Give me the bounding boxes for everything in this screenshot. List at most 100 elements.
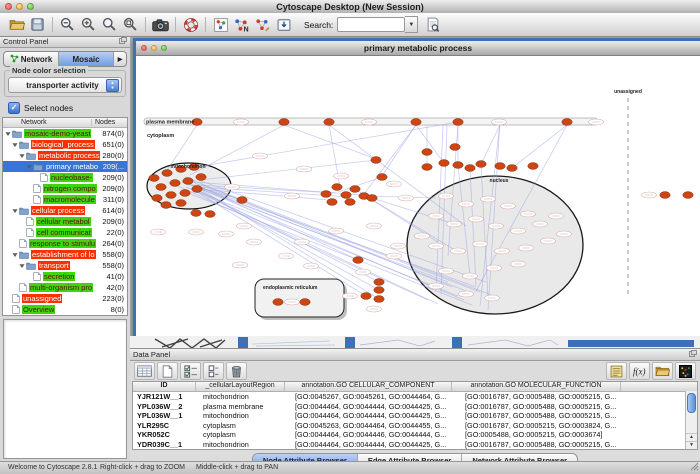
network-node[interactable] xyxy=(422,164,432,171)
tree-row-cellular-metabol[interactable]: cellular metabol209(0) xyxy=(3,216,127,227)
open-folder-icon[interactable] xyxy=(6,15,27,34)
network-node[interactable] xyxy=(170,180,180,187)
network-canvas[interactable]: plasma membrane cytoplasm mitochondrion … xyxy=(136,56,700,333)
expander-icon[interactable] xyxy=(12,142,19,148)
network-node[interactable] xyxy=(377,174,387,181)
scroll-up-button[interactable]: ▲ xyxy=(686,433,697,441)
import-network-icon[interactable] xyxy=(273,15,294,34)
network-node[interactable] xyxy=(205,211,215,218)
network-zoom-button[interactable] xyxy=(161,45,167,51)
tree-row-cellular-process[interactable]: cellular process614(0) xyxy=(3,205,127,216)
tree-row-transport[interactable]: transport558(0) xyxy=(3,260,127,271)
network-node[interactable] xyxy=(450,144,460,151)
save-icon[interactable] xyxy=(27,15,48,34)
network-node[interactable] xyxy=(279,119,289,126)
edit-network-icon[interactable] xyxy=(252,15,273,34)
tree-row-nucleobase-[interactable]: nucleobase-209(0) xyxy=(3,172,127,183)
zoom-fit-icon[interactable] xyxy=(99,15,120,34)
network-node[interactable] xyxy=(361,293,371,300)
tree-row-primary-metabo[interactable]: primary metabo209(... xyxy=(3,161,127,172)
network-node[interactable] xyxy=(422,149,432,156)
table-row-YJR121W__1[interactable]: YJR121W__1mitochondrion[GO:0045267, GO:0… xyxy=(133,392,697,402)
network-node[interactable] xyxy=(350,186,360,193)
scroll-down-button[interactable]: ▼ xyxy=(686,441,697,449)
tab-overflow-arrow[interactable]: ▶ xyxy=(114,52,126,66)
tab-mosaic[interactable]: Mosaic xyxy=(59,52,114,66)
tree-row-macromolecule[interactable]: macromolecule311(0) xyxy=(3,194,127,205)
network-node[interactable] xyxy=(176,200,186,207)
network-node[interactable] xyxy=(683,192,693,199)
expander-icon[interactable] xyxy=(19,153,26,159)
network-node[interactable] xyxy=(237,197,247,204)
network-node[interactable] xyxy=(180,190,190,197)
network-node[interactable] xyxy=(191,210,201,217)
select-nodes-checkbox[interactable]: ✓ xyxy=(8,102,20,114)
vizmapper-icon[interactable]: N xyxy=(231,15,252,34)
import-attributes-icon[interactable] xyxy=(652,362,673,380)
column-header-1[interactable]: _cellularLayoutRegion xyxy=(196,382,285,391)
expander-icon[interactable] xyxy=(26,164,33,170)
network-node[interactable] xyxy=(166,192,176,199)
network-close-button[interactable] xyxy=(141,45,147,51)
network-node[interactable] xyxy=(453,162,463,169)
network-node[interactable] xyxy=(660,192,670,199)
table-row-YPL036W__2[interactable]: YPL036W__2plasma membrane[GO:0044464, GO… xyxy=(133,402,697,412)
zoom-button[interactable] xyxy=(27,3,34,10)
network-node[interactable] xyxy=(149,175,159,182)
table-scrollbar[interactable]: ▲ ▼ xyxy=(685,391,697,449)
network-node[interactable] xyxy=(411,119,421,126)
network-node[interactable] xyxy=(476,161,486,168)
snapshot-icon[interactable] xyxy=(150,15,171,34)
network-node[interactable] xyxy=(156,184,166,191)
expander-icon[interactable] xyxy=(19,263,26,269)
tree-row-mosaic-demo-yeast[interactable]: mosaic-demo-yeast874(0) xyxy=(3,128,127,139)
table-row-YKR052C[interactable]: YKR052Ccytoplasm[GO:0044464, GO:0044446,… xyxy=(133,430,697,440)
network-node[interactable] xyxy=(367,195,377,202)
network-window-titlebar[interactable]: primary metabolic process xyxy=(136,41,700,56)
network-node[interactable] xyxy=(327,199,337,206)
tree-row-cell-communicat[interactable]: cell communicat22(0) xyxy=(3,227,127,238)
network-node[interactable] xyxy=(374,279,384,286)
network-node[interactable] xyxy=(183,178,193,185)
minimize-button[interactable] xyxy=(16,3,23,10)
help-ring-icon[interactable] xyxy=(180,15,201,34)
network-node[interactable] xyxy=(374,296,384,303)
network-node[interactable] xyxy=(196,174,206,181)
network-node[interactable] xyxy=(507,165,517,172)
scrollbar-thumb[interactable] xyxy=(687,393,696,413)
advanced-search-icon[interactable] xyxy=(422,15,443,34)
tree-row-nitrogen-compo[interactable]: nitrogen compo209(0) xyxy=(3,183,127,194)
network-node[interactable] xyxy=(353,257,363,264)
network-node[interactable] xyxy=(374,287,384,294)
network-view-window[interactable]: primary metabolic process plasma membran… xyxy=(133,38,700,342)
search-dropdown-button[interactable]: ▼ xyxy=(405,16,418,33)
expander-icon[interactable] xyxy=(5,131,12,137)
float-window-icon[interactable] xyxy=(119,37,127,46)
column-header-0[interactable]: ID xyxy=(133,382,196,391)
zoom-in-icon[interactable] xyxy=(78,15,99,34)
network-node[interactable] xyxy=(324,119,334,126)
network-node[interactable] xyxy=(321,191,331,198)
network-node[interactable] xyxy=(161,202,171,209)
zoom-selected-icon[interactable] xyxy=(120,15,141,34)
network-node[interactable] xyxy=(453,119,463,126)
network-node[interactable] xyxy=(152,195,162,202)
tree-column-nodes[interactable]: Nodes xyxy=(92,119,127,126)
expander-icon[interactable] xyxy=(12,208,19,214)
network-node[interactable] xyxy=(345,199,355,206)
tree-row-multi-organism-pro[interactable]: multi-organism pro42(0) xyxy=(3,282,127,293)
tree-row-establishment-of-lo[interactable]: establishment of lo558(0) xyxy=(3,249,127,260)
tree-row-biological-process[interactable]: biological_process651(0) xyxy=(3,139,127,150)
network-overview-icon[interactable] xyxy=(210,15,231,34)
table-row-YPL036W__1[interactable]: YPL036W__1mitochondrion[GO:0044464, GO:0… xyxy=(133,411,697,421)
network-minimize-button[interactable] xyxy=(151,45,157,51)
network-node[interactable] xyxy=(341,192,351,199)
network-node[interactable] xyxy=(162,170,172,177)
column-header-3[interactable]: annotation.GO MOLECULAR_FUNCTION xyxy=(452,382,621,391)
network-node[interactable] xyxy=(562,119,572,126)
tree-column-network[interactable]: Network xyxy=(3,119,92,126)
formula-builder-icon[interactable]: f(x) xyxy=(629,362,650,380)
resize-grip[interactable] xyxy=(690,462,699,473)
network-node[interactable] xyxy=(528,163,538,170)
float-window-icon[interactable] xyxy=(689,350,697,359)
